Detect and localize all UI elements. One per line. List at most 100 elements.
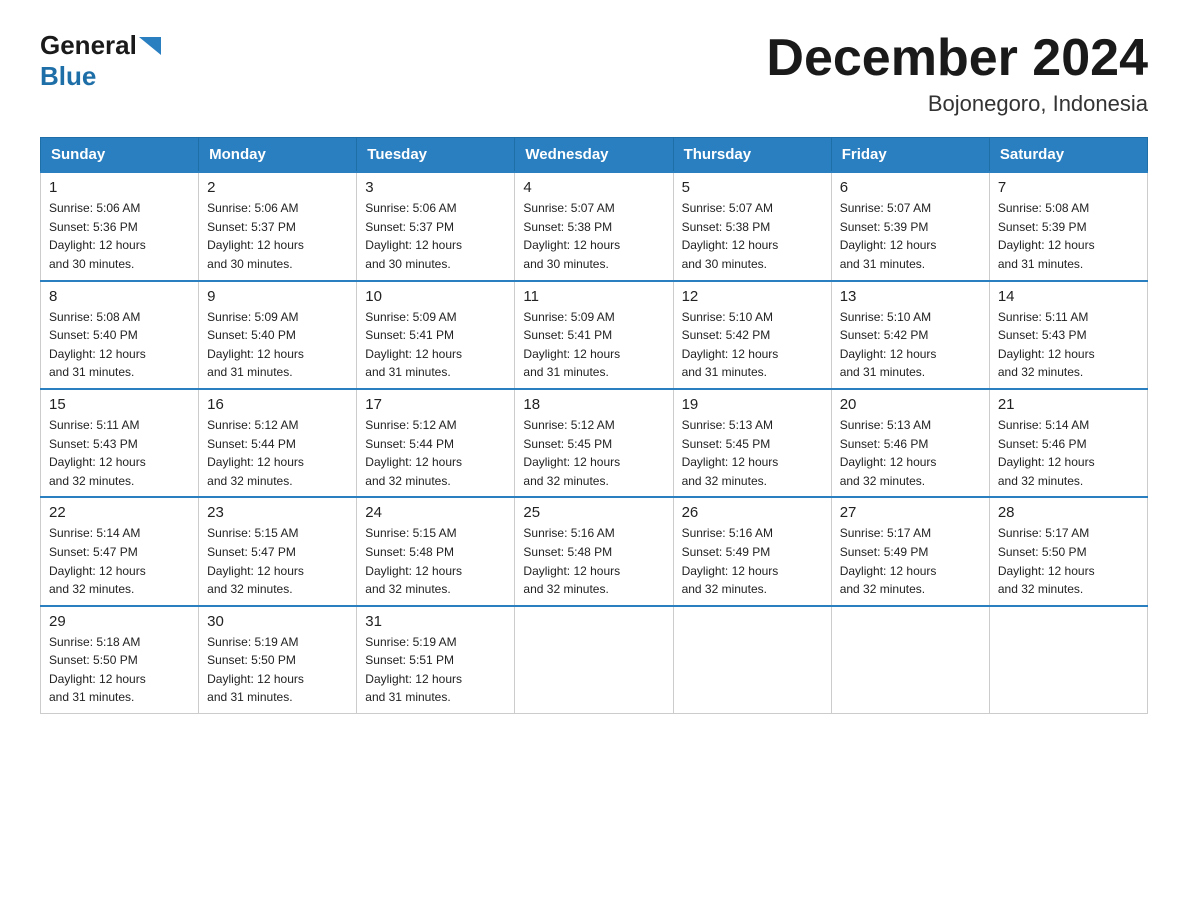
page-header: General Blue December 2024 Bojonegoro, I… [40, 30, 1148, 117]
calendar-day-3: 3 Sunrise: 5:06 AMSunset: 5:37 PMDaylight… [357, 172, 515, 280]
calendar-table: SundayMondayTuesdayWednesdayThursdayFrid… [40, 137, 1148, 714]
day-info-17: Sunrise: 5:12 AMSunset: 5:44 PMDaylight:… [365, 416, 506, 490]
day-info-25: Sunrise: 5:16 AMSunset: 5:48 PMDaylight:… [523, 524, 664, 598]
day-number-3: 3 [365, 179, 506, 196]
day-number-6: 6 [840, 179, 981, 196]
day-number-23: 23 [207, 504, 348, 521]
day-of-week-header-sunday: Sunday [41, 138, 199, 173]
day-info-2: Sunrise: 5:06 AMSunset: 5:37 PMDaylight:… [207, 199, 348, 273]
day-number-28: 28 [998, 504, 1139, 521]
day-info-11: Sunrise: 5:09 AMSunset: 5:41 PMDaylight:… [523, 308, 664, 382]
calendar-day-26: 26 Sunrise: 5:16 AMSunset: 5:49 PMDayligh… [673, 497, 831, 605]
day-number-17: 17 [365, 396, 506, 413]
calendar-empty-cell [673, 606, 831, 714]
calendar-day-13: 13 Sunrise: 5:10 AMSunset: 5:42 PMDayligh… [831, 281, 989, 389]
day-of-week-header-monday: Monday [199, 138, 357, 173]
day-of-week-header-wednesday: Wednesday [515, 138, 673, 173]
calendar-day-2: 2 Sunrise: 5:06 AMSunset: 5:37 PMDaylight… [199, 172, 357, 280]
day-info-16: Sunrise: 5:12 AMSunset: 5:44 PMDaylight:… [207, 416, 348, 490]
day-info-3: Sunrise: 5:06 AMSunset: 5:37 PMDaylight:… [365, 199, 506, 273]
calendar-day-18: 18 Sunrise: 5:12 AMSunset: 5:45 PMDayligh… [515, 389, 673, 497]
day-number-11: 11 [523, 288, 664, 305]
day-number-10: 10 [365, 288, 506, 305]
day-info-29: Sunrise: 5:18 AMSunset: 5:50 PMDaylight:… [49, 633, 190, 707]
calendar-day-6: 6 Sunrise: 5:07 AMSunset: 5:39 PMDaylight… [831, 172, 989, 280]
day-number-12: 12 [682, 288, 823, 305]
day-info-24: Sunrise: 5:15 AMSunset: 5:48 PMDaylight:… [365, 524, 506, 598]
calendar-day-30: 30 Sunrise: 5:19 AMSunset: 5:50 PMDayligh… [199, 606, 357, 714]
day-info-15: Sunrise: 5:11 AMSunset: 5:43 PMDaylight:… [49, 416, 190, 490]
day-info-6: Sunrise: 5:07 AMSunset: 5:39 PMDaylight:… [840, 199, 981, 273]
day-number-18: 18 [523, 396, 664, 413]
day-number-24: 24 [365, 504, 506, 521]
day-info-7: Sunrise: 5:08 AMSunset: 5:39 PMDaylight:… [998, 199, 1139, 273]
calendar-day-22: 22Sunrise: 5:14 AMSunset: 5:47 PMDayligh… [41, 497, 199, 605]
location-text: Bojonegoro, Indonesia [766, 91, 1148, 117]
day-info-26: Sunrise: 5:16 AMSunset: 5:49 PMDaylight:… [682, 524, 823, 598]
calendar-day-29: 29Sunrise: 5:18 AMSunset: 5:50 PMDayligh… [41, 606, 199, 714]
day-number-4: 4 [523, 179, 664, 196]
logo-triangle-icon [139, 37, 161, 55]
day-number-21: 21 [998, 396, 1139, 413]
calendar-day-31: 31Sunrise: 5:19 AMSunset: 5:51 PMDayligh… [357, 606, 515, 714]
month-title: December 2024 [766, 30, 1148, 87]
calendar-day-17: 17 Sunrise: 5:12 AMSunset: 5:44 PMDayligh… [357, 389, 515, 497]
calendar-day-25: 25Sunrise: 5:16 AMSunset: 5:48 PMDayligh… [515, 497, 673, 605]
day-number-8: 8 [49, 288, 190, 305]
day-info-10: Sunrise: 5:09 AMSunset: 5:41 PMDaylight:… [365, 308, 506, 382]
day-of-week-header-friday: Friday [831, 138, 989, 173]
day-number-26: 26 [682, 504, 823, 521]
day-number-7: 7 [998, 179, 1139, 196]
calendar-day-19: 19Sunrise: 5:13 AMSunset: 5:45 PMDayligh… [673, 389, 831, 497]
day-number-31: 31 [365, 613, 506, 630]
day-number-20: 20 [840, 396, 981, 413]
day-number-5: 5 [682, 179, 823, 196]
day-info-21: Sunrise: 5:14 AMSunset: 5:46 PMDaylight:… [998, 416, 1139, 490]
calendar-empty-cell [989, 606, 1147, 714]
day-number-19: 19 [682, 396, 823, 413]
logo: General Blue [40, 30, 161, 92]
calendar-day-8: 8 Sunrise: 5:08 AMSunset: 5:40 PMDaylight… [41, 281, 199, 389]
title-area: December 2024 Bojonegoro, Indonesia [766, 30, 1148, 117]
day-of-week-header-thursday: Thursday [673, 138, 831, 173]
day-number-16: 16 [207, 396, 348, 413]
calendar-day-23: 23Sunrise: 5:15 AMSunset: 5:47 PMDayligh… [199, 497, 357, 605]
day-info-13: Sunrise: 5:10 AMSunset: 5:42 PMDaylight:… [840, 308, 981, 382]
calendar-week-row-3: 15 Sunrise: 5:11 AMSunset: 5:43 PMDayligh… [41, 389, 1148, 497]
calendar-day-1: 1Sunrise: 5:06 AMSunset: 5:36 PMDaylight… [41, 172, 199, 280]
calendar-day-27: 27 Sunrise: 5:17 AMSunset: 5:49 PMDayligh… [831, 497, 989, 605]
day-info-18: Sunrise: 5:12 AMSunset: 5:45 PMDaylight:… [523, 416, 664, 490]
day-number-9: 9 [207, 288, 348, 305]
calendar-day-7: 7 Sunrise: 5:08 AMSunset: 5:39 PMDaylight… [989, 172, 1147, 280]
day-info-5: Sunrise: 5:07 AMSunset: 5:38 PMDaylight:… [682, 199, 823, 273]
day-info-8: Sunrise: 5:08 AMSunset: 5:40 PMDaylight:… [49, 308, 190, 382]
day-of-week-header-saturday: Saturday [989, 138, 1147, 173]
day-number-14: 14 [998, 288, 1139, 305]
day-number-30: 30 [207, 613, 348, 630]
calendar-empty-cell [831, 606, 989, 714]
calendar-day-21: 21 Sunrise: 5:14 AMSunset: 5:46 PMDayligh… [989, 389, 1147, 497]
day-number-15: 15 [49, 396, 190, 413]
calendar-day-4: 4 Sunrise: 5:07 AMSunset: 5:38 PMDaylight… [515, 172, 673, 280]
day-info-20: Sunrise: 5:13 AMSunset: 5:46 PMDaylight:… [840, 416, 981, 490]
day-info-4: Sunrise: 5:07 AMSunset: 5:38 PMDaylight:… [523, 199, 664, 273]
calendar-week-row-1: 1Sunrise: 5:06 AMSunset: 5:36 PMDaylight… [41, 172, 1148, 280]
calendar-header-row: SundayMondayTuesdayWednesdayThursdayFrid… [41, 138, 1148, 173]
day-number-2: 2 [207, 179, 348, 196]
calendar-week-row-2: 8 Sunrise: 5:08 AMSunset: 5:40 PMDaylight… [41, 281, 1148, 389]
day-info-9: Sunrise: 5:09 AMSunset: 5:40 PMDaylight:… [207, 308, 348, 382]
day-info-12: Sunrise: 5:10 AMSunset: 5:42 PMDaylight:… [682, 308, 823, 382]
day-number-13: 13 [840, 288, 981, 305]
calendar-day-28: 28Sunrise: 5:17 AMSunset: 5:50 PMDayligh… [989, 497, 1147, 605]
calendar-day-20: 20 Sunrise: 5:13 AMSunset: 5:46 PMDayligh… [831, 389, 989, 497]
calendar-empty-cell [515, 606, 673, 714]
calendar-day-10: 10 Sunrise: 5:09 AMSunset: 5:41 PMDayligh… [357, 281, 515, 389]
day-info-30: Sunrise: 5:19 AMSunset: 5:50 PMDaylight:… [207, 633, 348, 707]
day-of-week-header-tuesday: Tuesday [357, 138, 515, 173]
day-info-27: Sunrise: 5:17 AMSunset: 5:49 PMDaylight:… [840, 524, 981, 598]
calendar-day-5: 5 Sunrise: 5:07 AMSunset: 5:38 PMDaylight… [673, 172, 831, 280]
day-info-14: Sunrise: 5:11 AMSunset: 5:43 PMDaylight:… [998, 308, 1139, 382]
day-number-27: 27 [840, 504, 981, 521]
calendar-day-15: 15 Sunrise: 5:11 AMSunset: 5:43 PMDayligh… [41, 389, 199, 497]
calendar-week-row-5: 29Sunrise: 5:18 AMSunset: 5:50 PMDayligh… [41, 606, 1148, 714]
